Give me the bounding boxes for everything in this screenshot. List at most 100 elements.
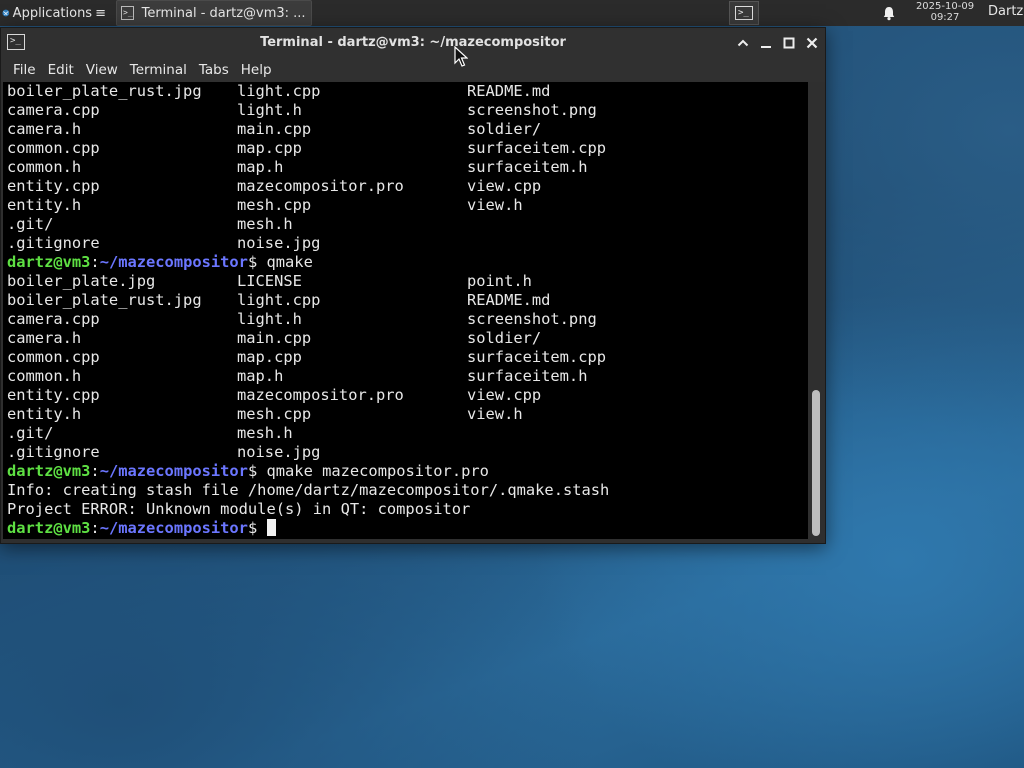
listing-row: camera.cpp light.h screenshot.png (3, 101, 808, 120)
file-entry: surfaceitem.h (467, 158, 588, 176)
taskbar-terminal-button[interactable]: >_ Terminal - dartz@vm3: ... (116, 0, 312, 26)
file-entry: boiler_plate_rust.jpg (7, 82, 202, 100)
applications-overflow: ≡ (95, 5, 106, 21)
file-entry: surfaceitem.cpp (467, 348, 606, 366)
file-entry: view.h (467, 405, 523, 423)
prompt-colon: : (90, 519, 100, 537)
terminal-launcher-button[interactable]: >_ (729, 1, 759, 25)
listing-row: camera.cpp light.h screenshot.png (3, 310, 808, 329)
file-entry: common.cpp (7, 139, 100, 157)
file-entry: README.md (467, 291, 551, 309)
file-entry: camera.h (7, 329, 82, 347)
file-entry: soldier/ (467, 329, 542, 347)
prompt-dollar: $ (247, 253, 258, 271)
listing-row: camera.h main.cpp soldier/ (3, 329, 808, 348)
chevron-up-icon[interactable] (735, 35, 751, 51)
file-entry: .git/ (7, 215, 54, 233)
menu-file[interactable]: File (1, 62, 42, 78)
listing-row: .gitignore noise.jpg (3, 443, 808, 462)
file-entry: common.cpp (7, 348, 100, 366)
listing-row: camera.h main.cpp soldier/ (3, 120, 808, 139)
file-entry: .gitignore (7, 443, 100, 461)
menu-view[interactable]: View (80, 62, 124, 78)
file-entry: map.h (237, 367, 284, 385)
prompt-line: dartz@vm3:~/mazecompositor$ qmake (3, 253, 808, 272)
command-text: qmake (257, 253, 313, 271)
scrollbar-thumb[interactable] (812, 390, 820, 536)
bell-icon[interactable] (881, 5, 897, 21)
file-entry: camera.cpp (7, 310, 100, 328)
file-entry: entity.cpp (7, 386, 100, 404)
file-entry: view.cpp (467, 386, 542, 404)
output-line-error: Project ERROR: Unknown module(s) in QT: … (3, 500, 808, 519)
clock-time: 09:27 (930, 12, 960, 23)
file-entry: mesh.h (237, 424, 293, 442)
menu-help[interactable]: Help (235, 62, 278, 78)
listing-row: common.cpp map.cpp surfaceitem.cpp (3, 139, 808, 158)
prompt-user: dartz@vm3 (7, 462, 91, 480)
listing-row: common.h map.h surfaceitem.h (3, 158, 808, 177)
file-entry: mazecompositor.pro (237, 386, 404, 404)
prompt-user: dartz@vm3 (7, 519, 91, 537)
listing-row: entity.h mesh.cpp view.h (3, 196, 808, 215)
taskbar-terminal-label: Terminal - dartz@vm3: ... (141, 5, 306, 21)
prompt-path: ~/mazecompositor (99, 253, 248, 271)
file-entry: camera.cpp (7, 101, 100, 119)
listing-row: common.cpp map.cpp surfaceitem.cpp (3, 348, 808, 367)
error-output: Project ERROR: Unknown module(s) in QT: … (7, 500, 471, 518)
command-text: qmake mazecompositor.pro (257, 462, 489, 480)
prompt-path: ~/mazecompositor (99, 519, 248, 537)
terminal-window: >_ Terminal - dartz@vm3: ~/mazecomposito… (0, 27, 826, 544)
file-entry: map.cpp (237, 348, 302, 366)
clock[interactable]: 2025-10-09 09:27 (906, 1, 984, 23)
prompt-colon: : (90, 462, 100, 480)
file-entry: .git/ (7, 424, 54, 442)
file-entry: LICENSE (237, 272, 302, 290)
applications-menu-button[interactable]: Applications ≡ (0, 0, 110, 26)
file-entry: .gitignore (7, 234, 100, 252)
minimize-icon[interactable] (758, 35, 774, 51)
file-entry: light.cpp (237, 291, 321, 309)
prompt-line: dartz@vm3:~/mazecompositor$ (3, 519, 808, 538)
file-entry: entity.h (7, 405, 82, 423)
file-entry: screenshot.png (467, 310, 597, 328)
menu-terminal[interactable]: Terminal (124, 62, 193, 78)
listing-row: .gitignore noise.jpg (3, 234, 808, 253)
close-icon[interactable] (804, 35, 820, 51)
listing-row: .git/mesh.h (3, 424, 808, 443)
menu-tabs[interactable]: Tabs (193, 62, 235, 78)
menu-edit[interactable]: Edit (42, 62, 80, 78)
file-entry: soldier/ (467, 120, 542, 138)
file-entry: README.md (467, 82, 551, 100)
listing-row: .git/mesh.h (3, 215, 808, 234)
file-entry: common.h (7, 367, 82, 385)
prompt-path: ~/mazecompositor (99, 462, 248, 480)
file-entry: entity.h (7, 196, 82, 214)
file-entry: main.cpp (237, 329, 312, 347)
user-menu[interactable]: Dartz (988, 4, 1023, 19)
file-entry: point.h (467, 272, 532, 290)
maximize-icon[interactable] (781, 35, 797, 51)
file-entry: entity.cpp (7, 177, 100, 195)
file-entry: noise.jpg (237, 443, 321, 461)
prompt-dollar: $ (247, 519, 258, 537)
listing-row: entity.cpp mazecompositor.pro view.cpp (3, 386, 808, 405)
file-entry: mazecompositor.pro (237, 177, 404, 195)
output-line-info: Info: creating stash file /home/dartz/ma… (3, 481, 808, 500)
file-entry: mesh.cpp (237, 196, 312, 214)
listing-row: boiler_plate_rust.jpg light.cpp README.md (3, 291, 808, 310)
file-entry: boiler_plate.jpg (7, 272, 156, 290)
window-titlebar[interactable]: >_ Terminal - dartz@vm3: ~/mazecomposito… (1, 28, 825, 58)
terminal-output[interactable]: boiler_plate_rust.jpg light.cpp README.md … (3, 82, 808, 539)
window-title: Terminal - dartz@vm3: ~/mazecompositor (260, 35, 566, 50)
applications-label: Applications (12, 5, 93, 21)
listing-row: common.h map.h surfaceitem.h (3, 367, 808, 386)
file-entry: mesh.h (237, 215, 293, 233)
file-entry: surfaceitem.cpp (467, 139, 606, 157)
command-input[interactable] (257, 519, 266, 537)
file-entry: map.cpp (237, 139, 302, 157)
text-cursor (266, 519, 276, 536)
prompt-line: dartz@vm3:~/mazecompositor$ qmake mazeco… (3, 462, 808, 481)
listing-row: entity.cpp mazecompositor.pro view.cpp (3, 177, 808, 196)
file-entry: light.cpp (237, 82, 321, 100)
